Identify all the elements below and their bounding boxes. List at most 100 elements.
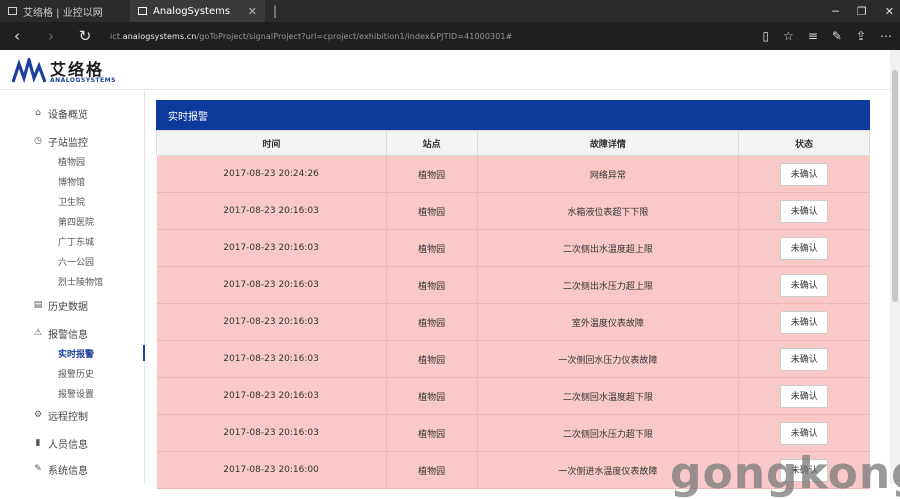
cell-status: 未确认: [738, 303, 870, 341]
confirm-button[interactable]: 未确认: [780, 347, 829, 371]
page-viewport: 艾络格 ANALOGSYSTEMS ⌂ 设备概览 ◷ 子站监控 植物园 博物馆 …: [0, 50, 900, 499]
table-row: 2017-08-23 20:16:03 植物园 二次侧出水压力超上限 未确认: [156, 266, 870, 304]
scrollbar-thumb[interactable]: [892, 70, 898, 302]
watermark-text: gongkong: [670, 448, 900, 499]
cell-detail: 室外温度仪表故障: [477, 303, 740, 341]
cell-site: 植物园: [386, 414, 478, 452]
forward-icon[interactable]: ›: [34, 27, 68, 45]
sidebar-item-label: 历史数据: [48, 301, 88, 313]
info-icon: ✎: [34, 464, 42, 474]
refresh-icon[interactable]: ↻: [68, 27, 102, 45]
table-row: 2017-08-23 20:24:26 植物园 网络异常 未确认: [156, 155, 870, 193]
more-icon[interactable]: ⋯: [880, 29, 892, 43]
cell-site: 植物园: [386, 155, 478, 193]
confirm-button[interactable]: 未确认: [780, 199, 829, 223]
back-icon[interactable]: ‹: [0, 27, 34, 45]
cell-status: 未确认: [738, 229, 870, 267]
sidebar-item-label: 子站监控: [48, 137, 88, 149]
cell-time: 2017-08-23 20:16:03: [156, 303, 387, 341]
browser-tab-1-title: 艾络格 | 业控以网: [23, 7, 103, 19]
cell-detail: 二次侧出水温度超上限: [477, 229, 740, 267]
column-header-site[interactable]: 站点: [385, 130, 478, 156]
cell-time: 2017-08-23 20:16:03: [156, 377, 387, 415]
cell-time: 2017-08-23 20:16:03: [156, 414, 387, 452]
bookmark-icon: ▮: [35, 438, 41, 448]
table-header-row: 时间 站点 故障详情 状态: [156, 130, 870, 156]
cell-site: 植物园: [386, 229, 478, 267]
table-row: 2017-08-23 20:16:03 植物园 室外温度仪表故障 未确认: [156, 303, 870, 341]
cell-status: 未确认: [738, 266, 870, 304]
column-header-time[interactable]: 时间: [156, 130, 387, 156]
document-icon: ▤: [33, 300, 43, 310]
cell-status: 未确认: [738, 340, 870, 378]
page-icon: [8, 7, 17, 15]
minimize-icon[interactable]: ─: [832, 5, 839, 18]
cell-status: 未确认: [738, 192, 870, 230]
sidebar-item-label: 设备概览: [48, 109, 88, 121]
sidebar-item-alarm[interactable]: ⚠ 报警信息: [0, 323, 144, 343]
confirm-button[interactable]: 未确认: [780, 162, 829, 186]
share-icon[interactable]: ⇪: [856, 29, 866, 43]
hub-icon[interactable]: ≡: [808, 29, 818, 43]
page-scrollbar[interactable]: [890, 50, 900, 484]
web-note-icon[interactable]: ✎: [832, 29, 842, 43]
table-row: 2017-08-23 20:16:03 植物园 二次侧回水压力超下限 未确认: [156, 414, 870, 452]
cell-detail: 二次侧出水压力超上限: [477, 266, 740, 304]
sidebar-item-history[interactable]: ▤ 历史数据: [0, 295, 144, 315]
sidebar-item-remote-control[interactable]: ⚙ 远程控制: [0, 405, 144, 425]
panel-title: 实时报警: [156, 100, 870, 130]
sidebar-item-personnel[interactable]: ▮ 人员信息: [0, 433, 144, 453]
favorite-star-icon[interactable]: ☆: [783, 29, 794, 43]
cell-site: 植物园: [386, 192, 478, 230]
sidebar-item-label: 系统信息: [48, 465, 88, 477]
browser-tabbar: 艾络格 | 业控以网 AnalogSystems ✕ | ─ ❐ ✕: [0, 0, 900, 22]
close-tab-icon[interactable]: ✕: [248, 5, 257, 18]
cell-detail: 二次侧回水温度超下限: [477, 377, 740, 415]
cell-time: 2017-08-23 20:16:03: [156, 192, 387, 230]
url-field[interactable]: ict.analogsystems.cn/goToProject/signalP…: [110, 32, 512, 41]
sidebar-sub-station[interactable]: 博物馆: [0, 171, 144, 191]
table-row: 2017-08-23 20:16:03 植物园 水箱液位表超下下限 未确认: [156, 192, 870, 230]
cell-status: 未确认: [738, 377, 870, 415]
sidebar-item-label: 远程控制: [48, 411, 88, 423]
confirm-button[interactable]: 未确认: [780, 273, 829, 297]
sidebar-item-substation[interactable]: ◷ 子站监控: [0, 131, 144, 151]
browser-addressbar: ‹ › ↻ ict.analogsystems.cn/goToProject/s…: [0, 22, 900, 50]
browser-tab-1[interactable]: 艾络格 | 业控以网: [0, 0, 130, 22]
home-icon: ⌂: [35, 108, 41, 118]
column-header-status[interactable]: 状态: [738, 130, 870, 156]
column-header-detail[interactable]: 故障详情: [476, 130, 740, 156]
close-window-icon[interactable]: ✕: [885, 5, 894, 18]
reading-view-icon[interactable]: ▯: [762, 29, 769, 43]
confirm-button[interactable]: 未确认: [780, 421, 829, 445]
new-tab-icon[interactable]: |: [265, 4, 285, 18]
sidebar-sub-station[interactable]: 第四医院: [0, 211, 144, 231]
sidebar-item-overview[interactable]: ⌂ 设备概览: [0, 103, 144, 123]
cell-site: 植物园: [386, 377, 478, 415]
brand-logo[interactable]: 艾络格 ANALOGSYSTEMS: [12, 58, 116, 84]
brand-name-cn: 艾络格: [50, 60, 105, 79]
confirm-button[interactable]: 未确认: [780, 236, 829, 260]
confirm-button[interactable]: 未确认: [780, 384, 829, 408]
cell-detail: 网络异常: [477, 155, 740, 193]
sidebar-sub-alarm-history[interactable]: 报警历史: [0, 363, 144, 383]
sidebar-sub-station[interactable]: 烈士陵物馆: [0, 271, 144, 291]
cell-site: 植物园: [386, 266, 478, 304]
cell-time: 2017-08-23 20:16:03: [156, 340, 387, 378]
alarm-table-body: 2017-08-23 20:24:26 植物园 网络异常 未确认 2017-08-23 …: [156, 155, 870, 489]
sidebar-sub-station[interactable]: 六一公园: [0, 251, 144, 271]
cell-status: 未确认: [738, 155, 870, 193]
gear-icon: ⚙: [33, 410, 43, 420]
sidebar-sub-station[interactable]: 广丁东城: [0, 231, 144, 251]
sidebar-sub-station[interactable]: 植物园: [0, 151, 144, 171]
cell-site: 植物园: [386, 303, 478, 341]
sidebar-sub-station[interactable]: 卫生院: [0, 191, 144, 211]
confirm-button[interactable]: 未确认: [780, 310, 829, 334]
window-controls: ─ ❐ ✕: [832, 0, 894, 22]
sidebar-sub-alarm-settings[interactable]: 报警设置: [0, 383, 144, 403]
maximize-icon[interactable]: ❐: [857, 5, 867, 18]
top-header: 艾络格 ANALOGSYSTEMS: [0, 50, 900, 90]
sidebar-sub-realtime-alarm[interactable]: 实时报警: [0, 343, 145, 363]
sidebar-item-system[interactable]: ✎ 系统信息: [0, 459, 144, 479]
browser-tab-2[interactable]: AnalogSystems ✕: [130, 0, 265, 22]
